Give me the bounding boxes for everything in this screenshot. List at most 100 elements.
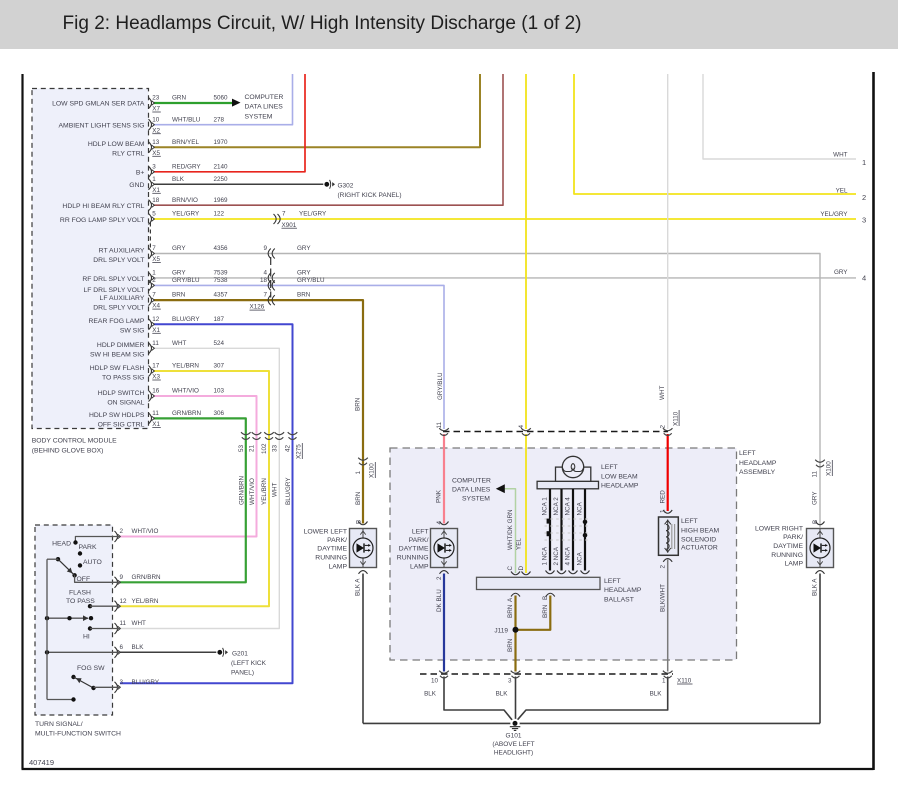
svg-text:RUNNING: RUNNING: [771, 552, 803, 559]
svg-text:4: 4: [436, 521, 443, 525]
svg-text:J119: J119: [494, 628, 508, 635]
svg-text:BRN: BRN: [355, 491, 362, 505]
svg-text:PARK/: PARK/: [327, 537, 347, 544]
svg-text:1969: 1969: [214, 197, 229, 204]
svg-text:BALLAST: BALLAST: [604, 597, 634, 604]
svg-text:278: 278: [214, 116, 225, 123]
svg-text:2 NCA: 2 NCA: [553, 546, 560, 565]
svg-text:42: 42: [285, 444, 292, 452]
svg-text:LEFT: LEFT: [601, 464, 618, 471]
svg-text:4: 4: [263, 270, 267, 277]
svg-text:7539: 7539: [214, 270, 229, 277]
svg-text:WHT: WHT: [272, 483, 279, 497]
svg-text:YEL: YEL: [516, 538, 523, 550]
svg-text:7538: 7538: [214, 277, 229, 284]
svg-text:COMPUTER: COMPUTER: [245, 94, 284, 101]
svg-text:X901: X901: [282, 222, 297, 229]
svg-text:11: 11: [436, 421, 443, 428]
svg-text:9: 9: [120, 574, 124, 581]
svg-text:RED: RED: [660, 490, 667, 504]
svg-text:GRY: GRY: [834, 269, 848, 276]
svg-text:HEADLAMP: HEADLAMP: [604, 587, 642, 594]
svg-text:21: 21: [249, 444, 256, 452]
svg-text:ON SIGNAL: ON SIGNAL: [107, 399, 144, 406]
svg-text:2: 2: [660, 565, 667, 569]
svg-text:X1: X1: [152, 421, 160, 428]
svg-text:HDLP SWITCH: HDLP SWITCH: [98, 390, 145, 397]
svg-text:BLK: BLK: [424, 691, 437, 698]
svg-text:BRN: BRN: [172, 292, 186, 299]
svg-text:LOW SPD GMLAN SER DATA: LOW SPD GMLAN SER DATA: [52, 101, 145, 108]
svg-text:BLK/WHT: BLK/WHT: [660, 584, 667, 612]
svg-text:11: 11: [812, 470, 819, 477]
svg-text:LEFT: LEFT: [739, 450, 756, 457]
svg-text:LF DRL SPLY VOLT: LF DRL SPLY VOLT: [83, 287, 144, 294]
svg-text:NCA 1: NCA 1: [542, 497, 549, 516]
svg-text:Fig 2: Headlamps Circuit, W/ H: Fig 2: Headlamps Circuit, W/ High Intens…: [63, 13, 582, 34]
svg-text:DAYTIME: DAYTIME: [773, 543, 803, 550]
svg-text:3: 3: [120, 679, 124, 686]
svg-text:16: 16: [152, 388, 160, 395]
svg-text:RUNNING: RUNNING: [397, 555, 429, 562]
svg-text:407419: 407419: [29, 758, 54, 767]
svg-text:X1: X1: [152, 187, 160, 194]
svg-text:GRY: GRY: [172, 245, 186, 252]
svg-text:BRN: BRN: [507, 638, 514, 652]
svg-text:DAYTIME: DAYTIME: [317, 546, 347, 553]
svg-text:B: B: [356, 520, 363, 524]
svg-text:BRN: BRN: [507, 604, 514, 618]
svg-text:YEL/GRY: YEL/GRY: [172, 211, 200, 218]
svg-text:2: 2: [862, 193, 866, 202]
svg-text:BLK A: BLK A: [812, 578, 819, 596]
svg-text:LAMP: LAMP: [410, 563, 429, 570]
svg-text:BODY CONTROL MODULE: BODY CONTROL MODULE: [32, 438, 117, 445]
svg-text:X5: X5: [152, 256, 160, 263]
svg-text:5: 5: [152, 211, 156, 218]
svg-text:GRN/BRN: GRN/BRN: [172, 410, 201, 417]
svg-text:BLK: BLK: [132, 644, 145, 651]
svg-text:53: 53: [238, 444, 245, 452]
svg-text:WHT: WHT: [132, 620, 146, 627]
svg-text:(ABOVE LEFT: (ABOVE LEFT: [492, 741, 534, 748]
svg-text:33: 33: [271, 444, 278, 452]
svg-text:4356: 4356: [214, 245, 229, 252]
svg-text:HDLP LOW BEAM: HDLP LOW BEAM: [88, 141, 145, 148]
svg-text:WHT/VIO: WHT/VIO: [249, 478, 256, 505]
svg-text:DRL SPLY VOLT: DRL SPLY VOLT: [93, 305, 144, 312]
svg-text:524: 524: [214, 340, 225, 347]
svg-text:PNK: PNK: [436, 489, 443, 503]
svg-text:10: 10: [152, 116, 160, 123]
svg-text:1: 1: [152, 270, 156, 277]
svg-text:BLU/GRY: BLU/GRY: [285, 477, 292, 505]
svg-text:WHT/VIO: WHT/VIO: [132, 528, 159, 535]
svg-text:TURN SIGNAL/: TURN SIGNAL/: [35, 721, 83, 728]
svg-text:X4: X4: [152, 303, 160, 310]
svg-text:B: B: [542, 596, 549, 600]
svg-text:YEL/BRN: YEL/BRN: [261, 478, 268, 505]
svg-text:BLU/GRY: BLU/GRY: [172, 316, 200, 323]
svg-text:ASSEMBLY: ASSEMBLY: [739, 469, 776, 476]
svg-text:LEFT: LEFT: [604, 578, 621, 585]
svg-text:TO PASS: TO PASS: [66, 598, 95, 605]
svg-text:X110: X110: [677, 678, 692, 685]
svg-text:7: 7: [152, 245, 156, 252]
svg-text:G201: G201: [232, 651, 248, 658]
svg-text:17: 17: [152, 363, 160, 370]
svg-text:SW SIG: SW SIG: [120, 328, 145, 335]
svg-text:LAMP: LAMP: [328, 563, 347, 570]
svg-text:HEAD: HEAD: [52, 540, 71, 547]
svg-text:LOWER LEFT: LOWER LEFT: [304, 528, 347, 535]
svg-text:MULTI-FUNCTION SWITCH: MULTI-FUNCTION SWITCH: [35, 731, 121, 738]
svg-text:HI: HI: [83, 633, 90, 640]
svg-text:2250: 2250: [214, 176, 229, 183]
svg-text:HDLP HI BEAM RLY CTRL: HDLP HI BEAM RLY CTRL: [62, 203, 144, 210]
svg-text:4 NCA: 4 NCA: [565, 546, 572, 565]
svg-text:YEL/GRY: YEL/GRY: [299, 211, 327, 218]
svg-text:BRN: BRN: [542, 604, 549, 618]
svg-text:2: 2: [152, 277, 156, 284]
svg-text:BLU/GRY: BLU/GRY: [132, 679, 160, 686]
svg-text:SW HI BEAM SIG: SW HI BEAM SIG: [90, 352, 144, 359]
svg-text:AMBIENT LIGHT SENS SIG: AMBIENT LIGHT SENS SIG: [59, 123, 145, 130]
svg-text:DAYTIME: DAYTIME: [399, 546, 429, 553]
svg-text:3: 3: [152, 163, 156, 170]
